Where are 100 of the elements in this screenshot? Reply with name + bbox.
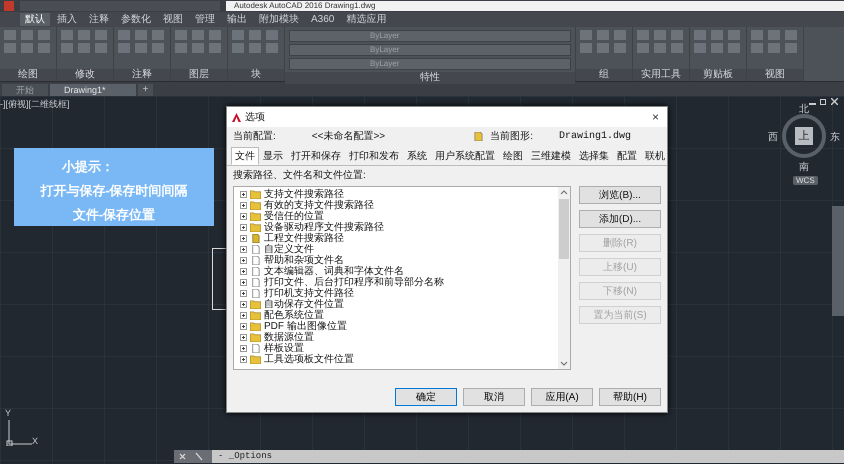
side-button[interactable]: 添加(D)... [579,210,661,228]
expand-icon[interactable] [240,257,247,264]
expand-icon[interactable] [240,268,247,275]
drawing-icon [473,132,484,140]
window-title: Autodesk AutoCAD 2016 Drawing1.dwg [226,1,844,11]
dialog-tab[interactable]: 绘图 [499,147,527,165]
viewcube-top-face[interactable]: 上 [795,127,813,145]
ribbon-tab[interactable]: A360 [306,13,340,26]
tree-item[interactable]: 设备驱动程序文件搜索路径 [240,222,558,233]
panel-label[interactable]: 注释 [114,69,170,81]
tree-item[interactable]: 配色系统位置 [240,310,558,321]
folder-icon [250,212,261,221]
viewport-label[interactable]: -][俯视][二维线框] [0,98,70,111]
ribbon-tab[interactable]: 默认 [20,13,50,26]
expand-icon[interactable] [240,345,247,352]
ucs-menu[interactable]: WCS [793,176,818,185]
dialog-tab[interactable]: 三维建模 [527,147,575,165]
drawing-label: 当前图形: [490,130,533,143]
dialog-tab[interactable]: 文件 [231,147,259,165]
dialog-button[interactable]: 应用(A) [531,388,593,406]
expand-icon[interactable] [240,235,247,242]
tree-item[interactable]: 自动保存文件位置 [240,299,558,310]
tree-item[interactable]: 工具选项板文件位置 [240,354,558,365]
panel-label[interactable]: 特性 [285,72,575,84]
expand-icon[interactable] [240,213,247,220]
ribbon-tab[interactable]: 参数化 [116,13,156,26]
document-icon [250,256,261,265]
dialog-button[interactable]: 取消 [463,388,525,406]
ribbon-tab[interactable]: 管理 [190,13,220,26]
west-label[interactable]: 西 [768,130,778,144]
dialog-tab[interactable]: 系统 [403,147,431,165]
tree-item[interactable]: 支持文件搜索路径 [240,189,558,200]
south-label[interactable]: 南 [799,160,809,174]
expand-icon[interactable] [240,334,247,341]
drawing-value: Drawing1.dwg [558,130,632,142]
panel-label[interactable]: 组 [576,69,632,81]
ribbon-tab[interactable]: 插入 [52,13,82,26]
expand-icon[interactable] [240,290,247,297]
folder-icon [250,355,261,364]
side-button[interactable]: 浏览(B)... [579,186,661,204]
expand-icon[interactable] [240,356,247,363]
profile-value: <<未命名配置>> [310,130,386,143]
expand-icon[interactable] [240,323,247,330]
panel-label[interactable]: 绘图 [0,69,56,81]
restore-icon[interactable] [820,98,827,105]
expand-icon[interactable] [240,279,247,286]
tree-item[interactable]: PDF 输出图像位置 [240,321,558,332]
y-axis-label: Y [5,408,12,418]
ribbon-tab[interactable]: 附加模块 [254,13,304,26]
expand-icon[interactable] [240,246,247,253]
tree-item[interactable]: 样板设置 [240,343,558,354]
dialog-tab[interactable]: 打印和发布 [345,147,403,165]
panel-label[interactable]: 修改 [57,69,113,81]
tree-item[interactable]: 受信任的位置 [240,211,558,222]
tree-item[interactable]: 工程文件搜索路径 [240,233,558,244]
panel-label[interactable]: 实用工具 [633,69,689,81]
ribbon-tab[interactable]: 精选应用 [341,13,392,26]
tree-item[interactable]: 打印机支持文件路径 [240,288,558,299]
tree-item[interactable]: 打印文件、后台打印程序和前导部分名称 [240,277,558,288]
ribbon-tab[interactable]: 注释 [84,13,114,26]
tree-item[interactable]: 数据源位置 [240,332,558,343]
document-tab[interactable]: Drawing1* [50,84,136,96]
expand-icon[interactable] [240,224,247,231]
tree-item[interactable]: 帮助和杂项文件名 [240,255,558,266]
document-icon [250,289,261,298]
dialog-tab[interactable]: 选择集 [575,147,613,165]
document-icon [250,267,261,276]
panel-label[interactable]: 剪贴板 [690,69,746,81]
panel-label[interactable]: 图层 [171,69,227,81]
dialog-tab[interactable]: 联机 [641,147,669,165]
tip-text: 打开与保存-保存时间间隔 [39,182,189,200]
close-icon[interactable] [831,98,838,105]
tree-item[interactable]: 有效的支持文件搜索路径 [240,200,558,211]
panel-label[interactable]: 视图 [747,69,803,81]
profile-label: 当前配置: [233,130,276,143]
document-icon [250,245,261,254]
expand-icon[interactable] [240,301,247,308]
east-label[interactable]: 东 [830,130,840,144]
app-logo-icon [232,112,241,122]
ribbon-tab[interactable]: 输出 [222,13,252,26]
new-tab-button[interactable]: + [138,84,154,96]
dialog-tab[interactable]: 用户系统配置 [431,147,499,165]
dialog-tab[interactable]: 配置 [613,147,641,165]
dialog-button[interactable]: 帮助(H) [599,388,661,406]
document-icon [250,234,261,243]
dialog-button[interactable]: 确定 [395,388,457,406]
dialog-title: 选项 [245,110,265,124]
close-button[interactable]: × [648,110,662,124]
ucs-axes-icon [6,420,32,446]
expand-icon[interactable] [240,202,247,209]
north-label[interactable]: 北 [799,102,809,116]
panel-label[interactable]: 块 [228,69,284,81]
expand-icon[interactable] [240,191,247,198]
ribbon-tab[interactable]: 视图 [158,13,188,26]
dialog-tab[interactable]: 打开和保存 [287,147,345,165]
expand-icon[interactable] [240,312,247,319]
dialog-tab[interactable]: 显示 [259,147,287,165]
tree-item[interactable]: 自定义文件 [240,244,558,255]
tree-item[interactable]: 文本编辑器、词典和字体文件名 [240,266,558,277]
navigation-bar[interactable] [832,206,844,316]
